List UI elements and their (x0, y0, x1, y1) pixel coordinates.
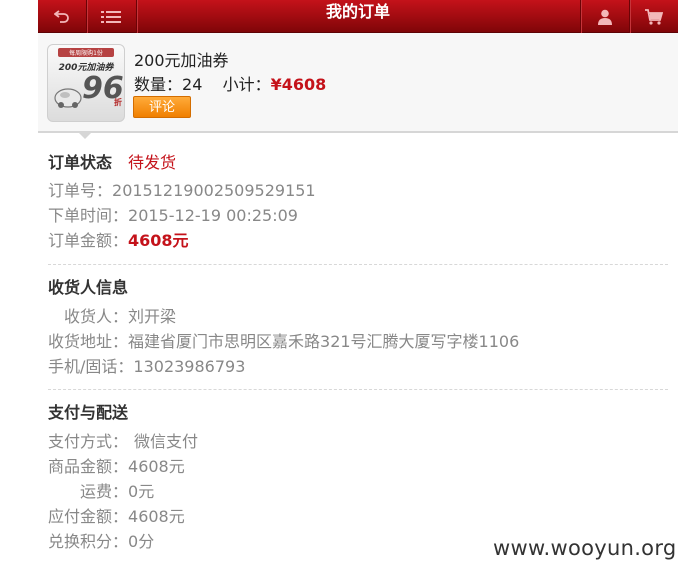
receiver-name-row: 收货人：刘开梁 (48, 304, 668, 329)
section-title: 订单状态 (48, 153, 113, 172)
order-amount-row: 订单金额：4608元 (48, 228, 668, 253)
order-status-section: 订单状态 待发货 订单号：20151219002509529151 下单时间：20… (48, 151, 668, 253)
section-divider (48, 389, 668, 390)
product-card: 每周限购1份 200元加油券 96 折 200元加油券 数量：24 小计：¥46… (38, 33, 678, 133)
section-divider (48, 264, 668, 265)
order-time: 2015-12-19 00:25:09 (128, 206, 298, 225)
receiver-name: 刘开梁 (128, 307, 177, 326)
product-name[interactable]: 200元加油券 (134, 47, 229, 71)
order-time-row: 下单时间：2015-12-19 00:25:09 (48, 203, 668, 228)
receiver-phone-row: 手机/固话：13023986793 (48, 354, 668, 379)
field-label: 订单号： (48, 181, 113, 200)
section-title: 支付与配送 (48, 403, 129, 422)
cart-button[interactable] (630, 0, 678, 33)
user-button[interactable] (581, 0, 629, 33)
quantity-label: 数量： (134, 75, 183, 94)
user-icon (598, 9, 612, 25)
field-label: 订单金额： (48, 231, 129, 250)
goods-amount: 4608元 (128, 457, 185, 476)
field-label: 运费： (80, 482, 129, 501)
quantity-value: 24 (182, 75, 203, 94)
payment-method-row: 支付方式： 微信支付 (48, 429, 668, 454)
payable-amount: 4608元 (128, 507, 185, 526)
points-value: 0分 (128, 532, 155, 551)
receiver-section: 收货人信息 收货人：刘开梁 收货地址：福建省厦门市思明区嘉禾路321号汇腾大厦写… (48, 276, 668, 379)
payable-amount-row: 应付金额：4608元 (48, 504, 668, 529)
order-amount: 4608元 (128, 231, 189, 250)
thumb-discount-unit: 折 (114, 98, 122, 107)
field-label: 收货人： (64, 307, 129, 326)
card-pointer (77, 131, 93, 139)
field-label: 收货地址： (48, 332, 129, 351)
receiver-address-row: 收货地址：福建省厦门市思明区嘉禾路321号汇腾大厦写字楼1106 (48, 329, 668, 354)
order-status-heading: 订单状态 待发货 (48, 151, 668, 175)
receiver-address: 福建省厦门市思明区嘉禾路321号汇腾大厦写字楼1106 (128, 332, 520, 351)
subtotal-label: 小计： (222, 75, 271, 94)
field-label: 应付金额： (48, 507, 129, 526)
cart-icon (645, 8, 663, 25)
thumb-banner: 每周限购1份 (58, 48, 114, 57)
field-label: 下单时间： (48, 206, 129, 225)
product-quantity-line: 数量：24 小计：¥4608 (134, 71, 326, 95)
order-number-row: 订单号：20151219002509529151 (48, 178, 668, 203)
order-number: 20151219002509529151 (112, 181, 316, 200)
field-label: 商品金额： (48, 457, 129, 476)
payment-section: 支付与配送 支付方式： 微信支付 商品金额：4608元 运费：0元 应付金额：46… (48, 401, 668, 554)
status-badge: 待发货 (128, 153, 177, 172)
shipping-fee: 0元 (128, 482, 155, 501)
product-thumbnail[interactable]: 每周限购1份 200元加油券 96 折 (47, 44, 125, 122)
review-button[interactable]: 评论 (133, 96, 191, 118)
field-label: 兑换积分： (48, 532, 129, 551)
receiver-phone: 13023986793 (133, 357, 246, 376)
shipping-fee-row: 运费：0元 (48, 479, 668, 504)
watermark-text: www.wooyun.org (493, 536, 677, 560)
order-page: 我的订单 每周限购1份 200元加油券 96 折 200元加油券 数量：24 小… (38, 0, 678, 565)
field-label: 支付方式： (48, 432, 129, 451)
top-nav-bar: 我的订单 (38, 0, 678, 33)
field-label: 手机/固话： (48, 357, 134, 376)
goods-amount-row: 商品金额：4608元 (48, 454, 668, 479)
payment-method: 微信支付 (134, 432, 199, 451)
section-title: 收货人信息 (48, 278, 129, 297)
car-mascot-icon (54, 88, 82, 108)
subtotal-value: ¥4608 (270, 75, 327, 94)
